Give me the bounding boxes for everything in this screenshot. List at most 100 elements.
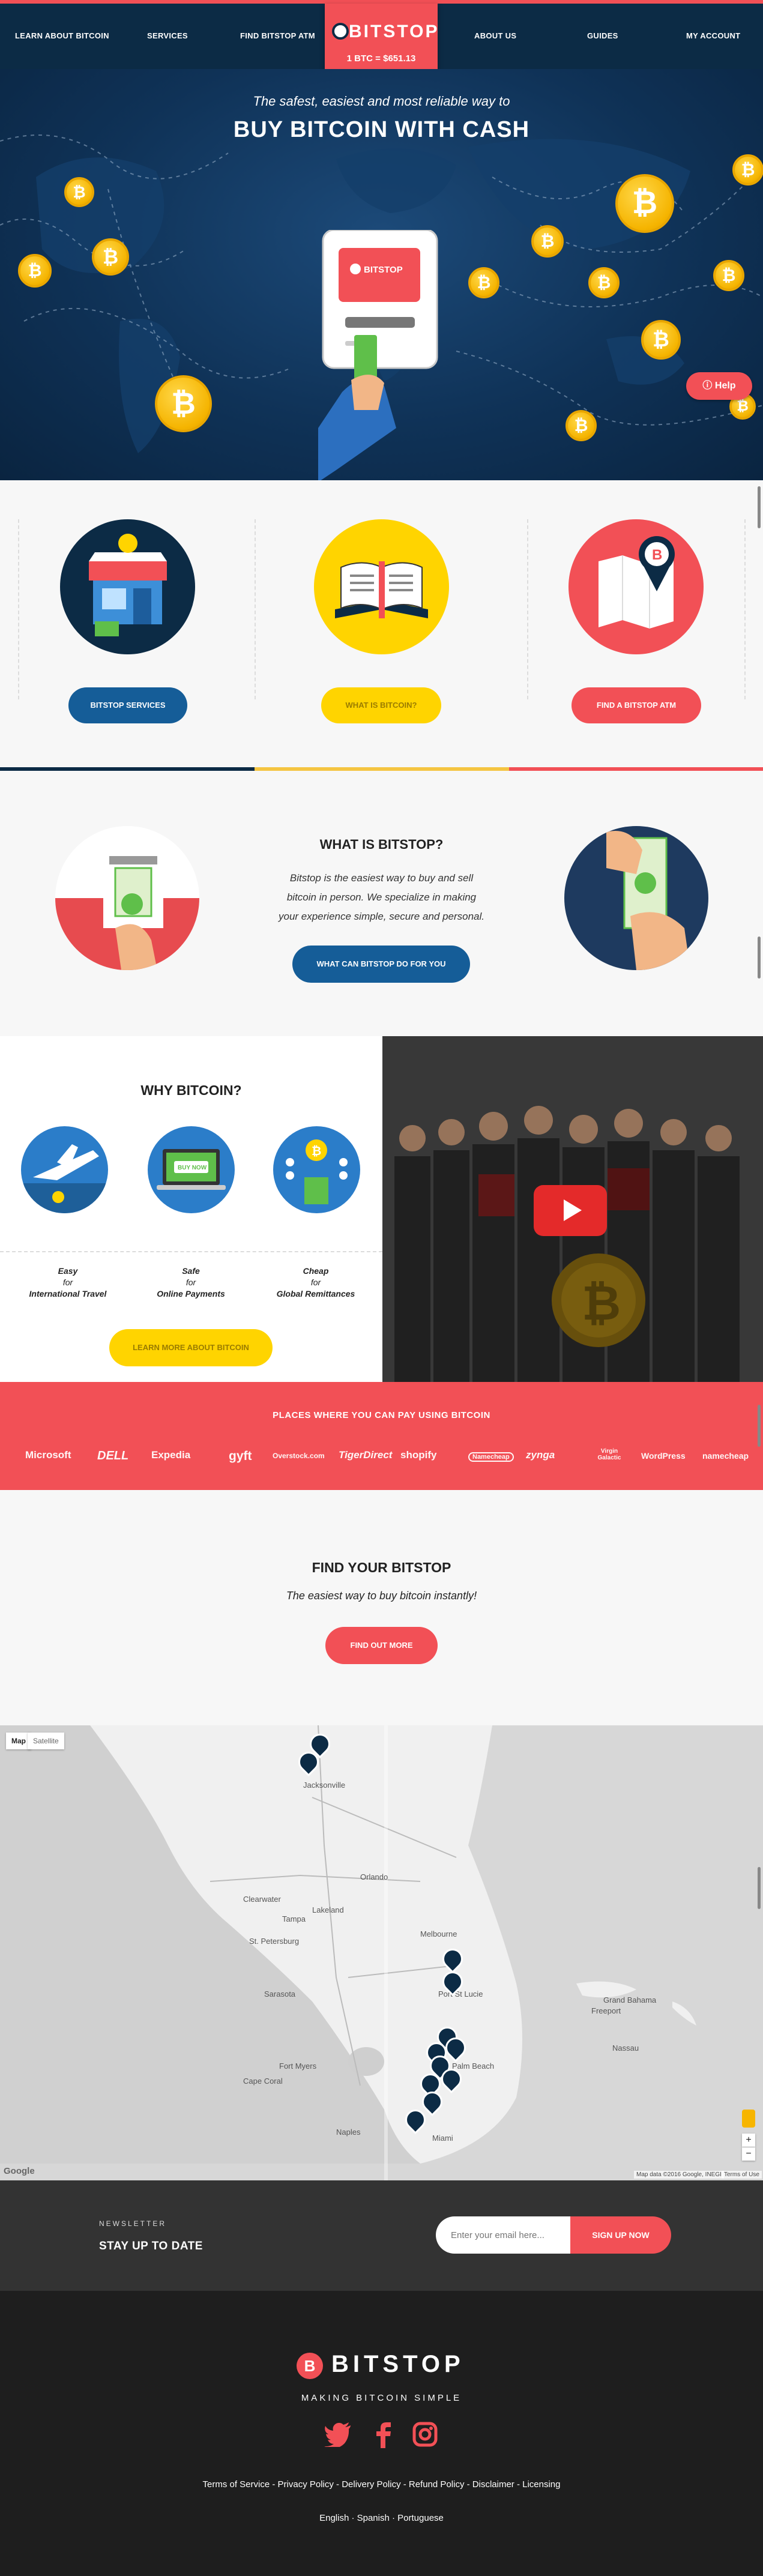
video-player[interactable]: ₿ bbox=[382, 1036, 763, 1382]
nav-about-us[interactable]: ABOUT US bbox=[474, 31, 516, 40]
logo-word: BITSTOP bbox=[349, 22, 439, 41]
map-label: Miami bbox=[432, 2134, 453, 2143]
why-caption-2: Safe for Online Payments bbox=[157, 1266, 225, 1299]
map-label: Naples bbox=[336, 2128, 361, 2137]
what-is-bitcoin-button[interactable]: WHAT IS BITCOIN? bbox=[321, 687, 441, 723]
twitter-icon[interactable] bbox=[323, 2422, 353, 2453]
what-can-bitstop-do-button[interactable]: WHAT CAN BITSTOP DO FOR YOU bbox=[292, 946, 470, 983]
nav-my-account[interactable]: MY ACCOUNT bbox=[686, 31, 740, 40]
map-type-satellite-button[interactable]: Satellite bbox=[28, 1733, 64, 1749]
bitcoin-coin-icon: ₿ bbox=[468, 267, 499, 298]
find-bitstop-section: FIND YOUR BITSTOP The easiest way to buy… bbox=[0, 1490, 763, 1725]
bitcoin-coin-icon: ₿ bbox=[641, 320, 681, 360]
help-button[interactable]: ⓘ Help bbox=[686, 372, 752, 400]
brand-tigerdirect: TigerDirect bbox=[339, 1449, 393, 1461]
features-section: B BITSTOP SERVICES WHAT IS BITCOIN? FIND… bbox=[0, 480, 763, 768]
why-bitcoin-title: WHY BITCOIN? bbox=[140, 1082, 242, 1098]
why-caption-3: Cheap for Global Remittances bbox=[276, 1266, 355, 1299]
atm-logo-text: BITSTOP bbox=[364, 265, 403, 275]
map-label: Fort Myers bbox=[279, 2062, 317, 2071]
brand-dell: DELL bbox=[97, 1449, 129, 1462]
map-label: Lakeland bbox=[312, 1905, 344, 1914]
bitcoin-coin-icon: ₿ bbox=[565, 410, 597, 441]
brand-wordpress: WordPress bbox=[641, 1451, 686, 1461]
zoom-out-button[interactable]: − bbox=[742, 2147, 755, 2161]
play-button-icon[interactable] bbox=[534, 1185, 607, 1236]
map-label: Cape Coral bbox=[243, 2077, 283, 2086]
nav-find-atm[interactable]: FIND BITSTOP ATM bbox=[240, 31, 315, 40]
bitcoin-coin-icon: ₿ bbox=[713, 260, 744, 291]
florida-map bbox=[0, 1725, 763, 2180]
bitstop-services-button[interactable]: BITSTOP SERVICES bbox=[68, 687, 187, 723]
nav-guides[interactable]: GUIDES bbox=[587, 31, 618, 40]
bitcoin-coin-icon: ₿ bbox=[155, 375, 212, 432]
find-out-more-button[interactable]: FIND OUT MORE bbox=[325, 1627, 438, 1664]
find-atm-button[interactable]: FIND A BITSTOP ATM bbox=[571, 687, 701, 723]
brand-namecheap-badge: Namecheap bbox=[468, 1452, 514, 1462]
newsletter-title: STAY UP TO DATE bbox=[99, 2240, 203, 2252]
svg-text:₿: ₿ bbox=[312, 1145, 321, 1158]
hero-title: BUY BITCOIN WITH CASH bbox=[233, 117, 530, 142]
book-icon bbox=[314, 519, 449, 654]
scrollbar-thumb[interactable] bbox=[758, 1867, 761, 1909]
find-subtitle: The easiest way to buy bitcoin instantly… bbox=[286, 1590, 477, 1602]
brand-shopify: shopify bbox=[400, 1449, 437, 1461]
places-title: PLACES WHERE YOU CAN PAY USING BITCOIN bbox=[273, 1410, 490, 1420]
laptop-icon: BUY NOW bbox=[148, 1126, 235, 1213]
scrollbar-thumb[interactable] bbox=[758, 486, 761, 528]
sign-up-button[interactable]: SIGN UP NOW bbox=[570, 2216, 671, 2254]
scrollbar-thumb[interactable] bbox=[758, 1405, 761, 1447]
bitstop-logo-icon bbox=[332, 23, 349, 40]
map-label: Tampa bbox=[282, 1914, 306, 1923]
email-input[interactable] bbox=[436, 2216, 570, 2254]
instagram-icon[interactable] bbox=[410, 2422, 440, 2453]
bitcoin-coin-icon: ₿ bbox=[588, 267, 620, 298]
remittance-icon: ₿ bbox=[273, 1126, 360, 1213]
what-line-2: bitcoin in person. We specialize in maki… bbox=[286, 891, 477, 903]
map-label: Port St Lucie bbox=[438, 1989, 483, 1998]
hero-subtitle: The safest, easiest and most reliable wa… bbox=[253, 94, 510, 109]
brand-gyft: gyft bbox=[229, 1449, 252, 1463]
what-is-bitstop-section: WHAT IS BITSTOP? Bitstop is the easiest … bbox=[0, 771, 763, 1036]
bitstop-logo-icon: B bbox=[297, 2353, 323, 2379]
store-icon bbox=[60, 519, 195, 654]
brand-virgin-galactic: Virgin Galactic bbox=[597, 1448, 621, 1461]
google-logo: Google bbox=[4, 2166, 35, 2176]
hero-section: ₿ ₿ ₿ ₿ ₿ ₿ ₿ ₿ ₿ ₿ ₿ ₿ ₿ The safest, ea… bbox=[0, 69, 763, 480]
map-label: Freeport bbox=[591, 2006, 621, 2015]
cash-hand-icon bbox=[564, 826, 708, 970]
footer-logo[interactable]: B BITSTOP bbox=[297, 2350, 477, 2383]
bitcoin-coin-icon: ₿ bbox=[92, 238, 129, 276]
learn-more-bitcoin-button[interactable]: LEARN MORE ABOUT BITCOIN bbox=[109, 1329, 273, 1366]
divider bbox=[18, 519, 19, 699]
map-label: Clearwater bbox=[243, 1895, 281, 1904]
map-pin-icon: B bbox=[568, 519, 704, 654]
bitcoin-coin-icon: ₿ bbox=[615, 174, 674, 233]
help-icon: ⓘ bbox=[702, 381, 713, 391]
scrollbar-thumb[interactable] bbox=[758, 937, 761, 979]
zoom-in-button[interactable]: + bbox=[742, 2134, 755, 2147]
nav-learn-about-bitcoin[interactable]: LEARN ABOUT BITCOIN bbox=[15, 31, 109, 40]
map-attribution: Map data ©2016 Google, INEGI bbox=[634, 2171, 724, 2179]
brand-zynga: zynga bbox=[526, 1449, 555, 1461]
map-label: Nassau bbox=[612, 2044, 639, 2053]
map-label: Jacksonville bbox=[303, 1781, 346, 1790]
brand-overstock: Overstock.com bbox=[273, 1452, 325, 1460]
nav-services[interactable]: SERVICES bbox=[147, 31, 188, 40]
language-links[interactable]: English · Spanish · Portuguese bbox=[0, 2513, 763, 2523]
facebook-icon[interactable] bbox=[369, 2422, 399, 2454]
atm-map[interactable]: Map Satellite Jacksonville Orlando Tampa… bbox=[0, 1725, 763, 2180]
btc-price: 1 BTC = $651.13 bbox=[346, 53, 416, 64]
airplane-icon bbox=[21, 1126, 108, 1213]
footer-links[interactable]: Terms of Service - Privacy Policy - Deli… bbox=[0, 2479, 763, 2490]
brand-microsoft: Microsoft bbox=[25, 1449, 71, 1461]
find-title: FIND YOUR BITSTOP bbox=[312, 1560, 451, 1575]
footer-logo-word: BITSTOP bbox=[331, 2351, 465, 2377]
map-label: Orlando bbox=[360, 1872, 388, 1881]
bitcoin-coin-icon: ₿ bbox=[64, 177, 94, 207]
map-terms-link[interactable]: Terms of Use bbox=[722, 2171, 762, 2179]
newsletter-label: NEWSLETTER bbox=[99, 2219, 167, 2228]
top-nav: LEARN ABOUT BITCOIN SERVICES FIND BITSTO… bbox=[0, 0, 763, 73]
street-view-icon[interactable] bbox=[742, 2110, 755, 2128]
header-logo[interactable]: BITSTOP 1 BTC = $651.13 bbox=[325, 4, 438, 73]
